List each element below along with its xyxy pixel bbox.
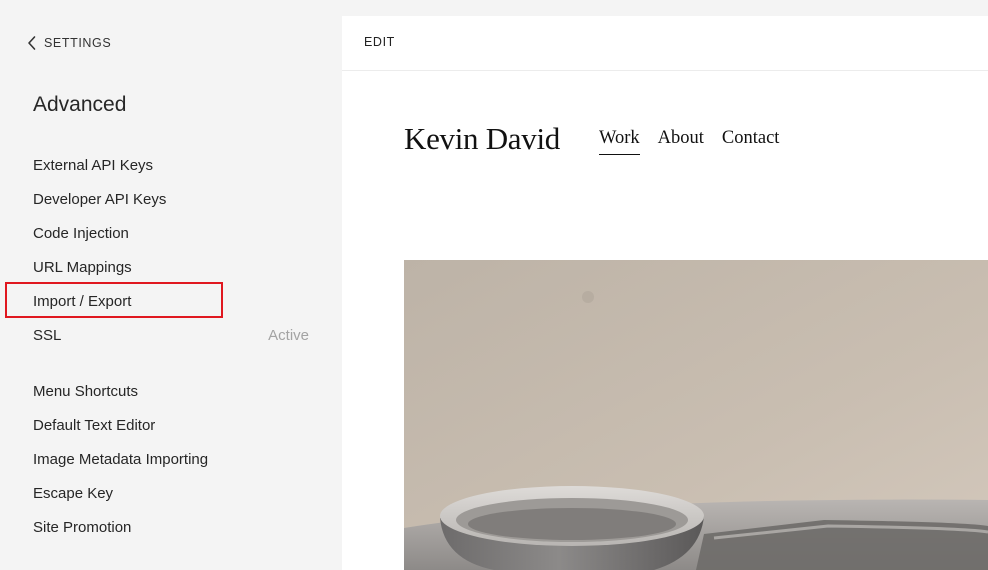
menu-item-ssl[interactable]: SSL Active [0,318,342,352]
site-nav: Work About Contact [599,128,779,155]
edit-bar: EDIT [342,16,988,71]
site-header: Kevin David Work About Contact [342,71,988,221]
menu-item-image-metadata-importing[interactable]: Image Metadata Importing [0,442,342,476]
edit-button[interactable]: EDIT [364,35,395,49]
menu-item-url-mappings[interactable]: URL Mappings [0,250,342,284]
ssl-status: Active [268,326,309,344]
menu-item-label: Menu Shortcuts [33,382,139,400]
back-to-settings-link[interactable]: SETTINGS [26,33,111,53]
panel-title: Advanced [33,93,127,116]
advanced-menu: External API Keys Developer API Keys Cod… [0,148,342,352]
nav-link-about[interactable]: About [658,128,704,155]
menu-item-label: SSL [33,326,62,344]
menu-item-label: External API Keys [33,156,154,174]
menu-item-label: Escape Key [33,484,114,502]
menu-item-default-text-editor[interactable]: Default Text Editor [0,408,342,442]
nav-link-work[interactable]: Work [599,128,640,155]
menu-item-code-injection[interactable]: Code Injection [0,216,342,250]
menu-item-label: URL Mappings [33,258,132,276]
menu-item-menu-shortcuts[interactable]: Menu Shortcuts [0,374,342,408]
nav-link-contact[interactable]: Contact [722,128,780,155]
menu-item-label: Import / Export [33,292,132,310]
menu-item-label: Site Promotion [33,518,132,536]
menu-item-import-export[interactable]: Import / Export [0,282,342,318]
site-preview: EDIT Kevin David Work About Contact [342,16,988,570]
site-title[interactable]: Kevin David [404,121,560,157]
menu-item-label: Image Metadata Importing [33,450,209,468]
menu-item-site-promotion[interactable]: Site Promotion [0,510,342,544]
back-label: SETTINGS [44,36,112,50]
menu-item-label: Default Text Editor [33,416,156,434]
hero-image [404,260,988,570]
settings-sidebar: SETTINGS Advanced External API Keys Deve… [0,0,342,570]
menu-item-escape-key[interactable]: Escape Key [0,476,342,510]
menu-item-external-api-keys[interactable]: External API Keys [0,148,342,182]
advanced-menu-secondary: Menu Shortcuts Default Text Editor Image… [0,374,342,544]
hero-photo-bowl [404,260,988,570]
menu-item-developer-api-keys[interactable]: Developer API Keys [0,182,342,216]
menu-item-label: Developer API Keys [33,190,167,208]
chevron-left-icon [28,36,36,50]
menu-item-label: Code Injection [33,224,129,242]
